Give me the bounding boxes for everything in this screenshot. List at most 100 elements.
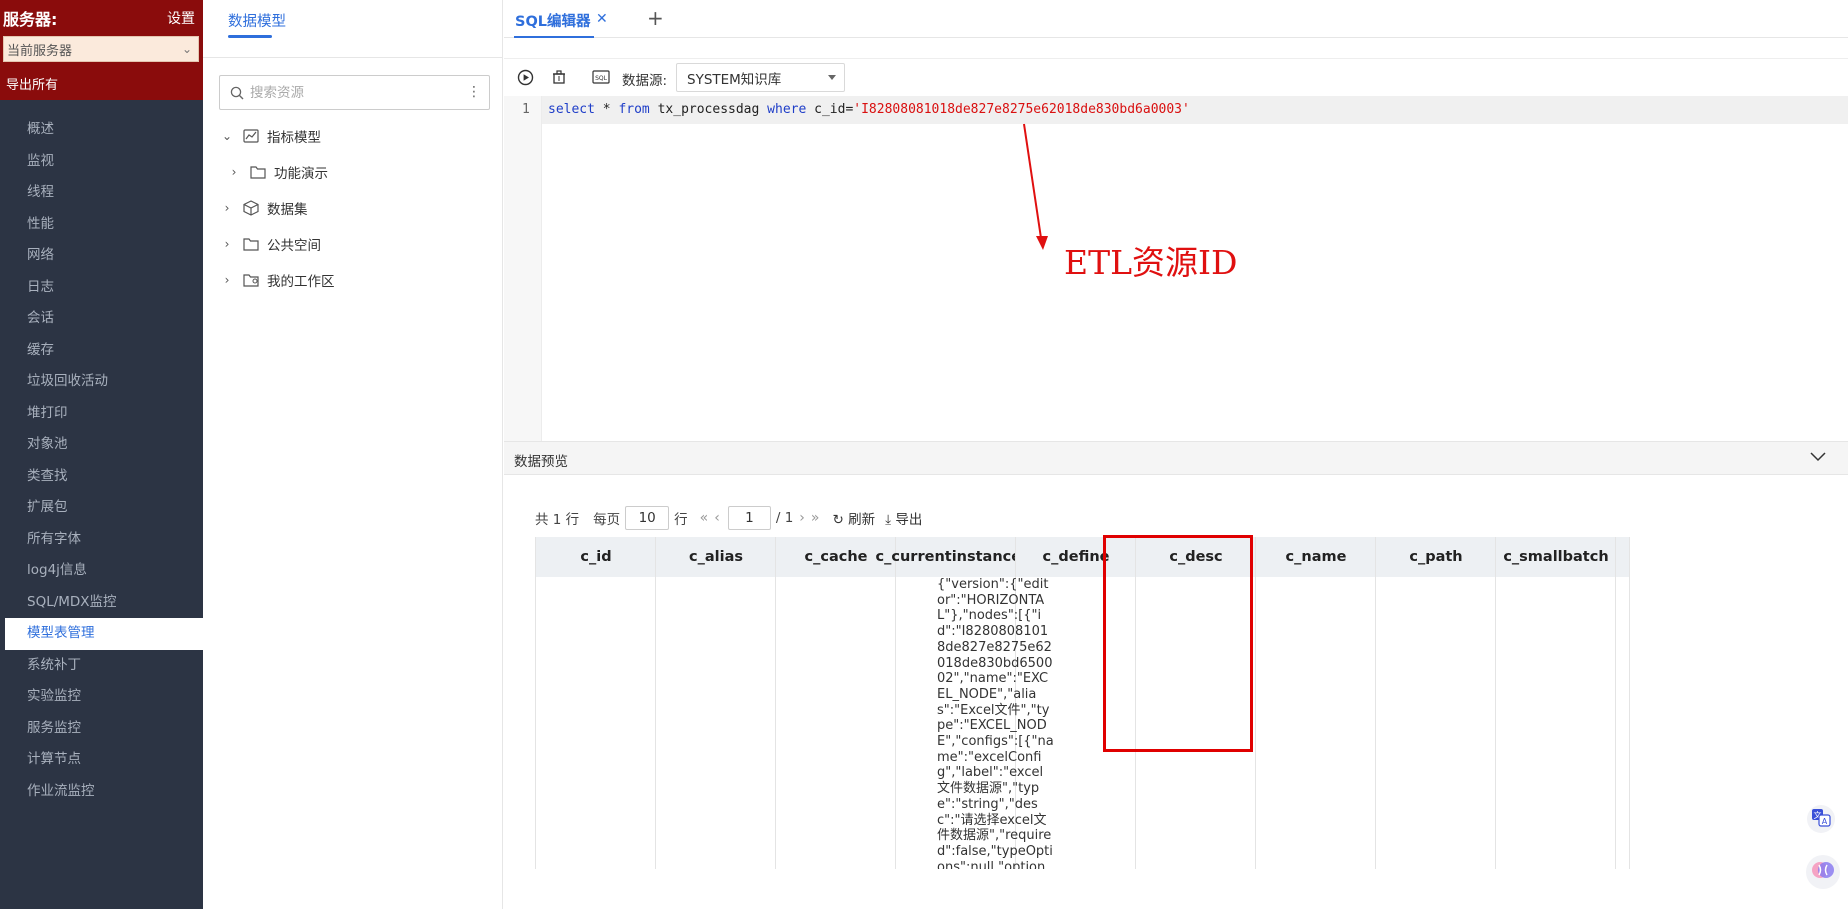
column-header[interactable]: c_currentinstanceid bbox=[876, 537, 1036, 577]
export-all-button[interactable]: 导出所有 bbox=[6, 74, 58, 93]
folder-icon bbox=[242, 236, 260, 252]
first-page-icon[interactable]: « bbox=[700, 510, 709, 526]
editor-tabbar: SQL编辑器 ✕ + bbox=[504, 0, 1848, 38]
table-column: c_name bbox=[1255, 537, 1376, 869]
tree-item[interactable]: › 我的工作区 bbox=[203, 262, 503, 298]
tree-item[interactable]: › 公共空间 bbox=[203, 226, 503, 262]
caret-down-icon bbox=[828, 75, 836, 80]
sql-editor-area: SQL编辑器 ✕ + SQL 数据源: SYSTEM知识库 1 select *… bbox=[504, 0, 1848, 909]
ai-assistant-button[interactable] bbox=[1806, 855, 1840, 889]
column-header[interactable]: c_alias bbox=[656, 537, 776, 577]
ai-brain-icon bbox=[1810, 857, 1836, 887]
prev-page-icon[interactable]: ‹ bbox=[714, 510, 720, 526]
chevron-right-icon[interactable]: › bbox=[220, 201, 234, 215]
column-header[interactable]: c_path bbox=[1376, 537, 1496, 577]
search-icon bbox=[230, 86, 244, 100]
sidebar-item[interactable]: 服务监控 bbox=[0, 713, 203, 745]
sidebar-item[interactable]: 会话 bbox=[0, 303, 203, 335]
sidebar-item[interactable]: 实验监控 bbox=[0, 681, 203, 713]
line-number: 1 bbox=[522, 102, 530, 117]
sidebar-nav: 概述 监视 线程 性能 网络 日志 会话 缓存 垃圾回收活动 堆打印 对象池 类查找 扩展包 所有字体 lo… bbox=[0, 114, 203, 807]
chevron-right-icon[interactable]: › bbox=[220, 273, 234, 287]
translate-button[interactable]: 文A bbox=[1807, 805, 1835, 833]
sidebar-item[interactable]: 概述 bbox=[0, 114, 203, 146]
collapse-chevron-icon[interactable] bbox=[1810, 447, 1826, 466]
sidebar-item[interactable]: 缓存 bbox=[0, 335, 203, 367]
tree-item[interactable]: › 功能演示 bbox=[203, 154, 503, 190]
table-cell-define: {"version":{"editor":"HORIZONTAL"},"node… bbox=[937, 577, 1054, 869]
highlight-box bbox=[1103, 535, 1253, 752]
column-header[interactable]: c_name bbox=[1256, 537, 1376, 577]
sidebar-item[interactable]: 系统补丁 bbox=[0, 650, 203, 682]
tree-item[interactable]: ⌄ 指标模型 bbox=[203, 118, 503, 154]
sidebar-item[interactable]: 作业流监控 bbox=[0, 776, 203, 808]
tree-item[interactable]: › 数据集 bbox=[203, 190, 503, 226]
sidebar-item[interactable]: 监视 bbox=[0, 146, 203, 178]
model-panel: 数据模型 ⋮ ⌄ 指标模型 › 功能演示 › 数据集 › 公共空间 › 我的工作区 bbox=[203, 0, 503, 909]
more-vertical-icon[interactable]: ⋮ bbox=[467, 84, 481, 100]
table-column: c_smallbatch bbox=[1495, 537, 1616, 869]
sidebar-item[interactable]: 线程 bbox=[0, 177, 203, 209]
table-column-filler bbox=[1615, 537, 1630, 869]
sidebar-item[interactable]: 日志 bbox=[0, 272, 203, 304]
sidebar-item[interactable]: 扩展包 bbox=[0, 492, 203, 524]
next-page-icon[interactable]: › bbox=[799, 510, 805, 526]
datasource-select[interactable]: SYSTEM知识库 bbox=[676, 63, 845, 92]
sidebar-item[interactable]: 性能 bbox=[0, 209, 203, 241]
tree-item-label: 指标模型 bbox=[267, 130, 321, 146]
pagination-bar: 共 1 行 每页 10 行 « ‹ 1 / 1 › » ↻ 刷新 ⤓ 导出 bbox=[535, 505, 922, 531]
column-header[interactable]: c_smallbatch bbox=[1496, 537, 1616, 577]
sidebar-item[interactable]: log4j信息 bbox=[0, 555, 203, 587]
sidebar-item[interactable]: 网络 bbox=[0, 240, 203, 272]
sidebar-item[interactable]: 对象池 bbox=[0, 429, 203, 461]
annotation-label: ETL资源ID bbox=[1064, 243, 1238, 282]
sql-text: c_id= bbox=[806, 102, 854, 117]
add-tab-icon[interactable]: + bbox=[647, 6, 664, 30]
clear-icon[interactable] bbox=[550, 68, 568, 86]
per-page-input[interactable]: 10 bbox=[625, 506, 670, 530]
sidebar-item[interactable]: 计算节点 bbox=[0, 744, 203, 776]
refresh-icon: ↻ bbox=[832, 512, 849, 528]
column-header[interactable]: c_id bbox=[536, 537, 656, 577]
table-column: c_id bbox=[535, 537, 656, 869]
sidebar-item[interactable]: 类查找 bbox=[0, 461, 203, 493]
last-page-icon[interactable]: » bbox=[811, 510, 820, 526]
sidebar-item[interactable]: SQL/MDX监控 bbox=[0, 587, 203, 619]
metric-model-icon bbox=[242, 128, 260, 144]
preview-title: 数据预览 bbox=[514, 454, 568, 470]
preview-header: 数据预览 bbox=[504, 441, 1848, 475]
tab-sql-editor[interactable]: SQL编辑器 bbox=[515, 10, 591, 31]
sql-keyword: where bbox=[767, 102, 807, 117]
refresh-button[interactable]: ↻ 刷新 bbox=[832, 508, 875, 528]
close-icon[interactable]: ✕ bbox=[596, 11, 608, 27]
search-input[interactable] bbox=[250, 84, 470, 101]
app-root: 服务器: 设置 当前服务器 ⌄ 导出所有 概述 监视 线程 性能 网络 日志 会话 缓存 垃圾回… bbox=[0, 0, 1848, 909]
sql-text: * bbox=[594, 102, 619, 117]
tree-item-label: 功能演示 bbox=[274, 166, 328, 182]
translate-icon: 文A bbox=[1811, 807, 1831, 831]
datasource-value: SYSTEM知识库 bbox=[687, 71, 782, 88]
chevron-right-icon[interactable]: › bbox=[220, 237, 234, 251]
server-select[interactable]: 当前服务器 ⌄ bbox=[3, 36, 199, 62]
sql-keyword: select bbox=[548, 102, 595, 117]
chevron-right-icon[interactable]: › bbox=[227, 165, 241, 179]
server-sidebar: 服务器: 设置 当前服务器 ⌄ 导出所有 概述 监视 线程 性能 网络 日志 会话 缓存 垃圾回… bbox=[0, 0, 203, 909]
sidebar-item[interactable]: 所有字体 bbox=[0, 524, 203, 556]
page-input[interactable]: 1 bbox=[727, 506, 771, 530]
line-gutter: 1 bbox=[504, 96, 542, 441]
sidebar-item[interactable]: 垃圾回收活动 bbox=[0, 366, 203, 398]
tab-underline bbox=[228, 35, 272, 38]
run-icon[interactable] bbox=[516, 68, 534, 86]
download-icon: ⤓ bbox=[885, 512, 896, 528]
server-select-value: 当前服务器 bbox=[7, 43, 73, 59]
table-column: c_path bbox=[1375, 537, 1496, 869]
sidebar-item[interactable]: 模型表管理 bbox=[5, 618, 203, 650]
settings-link[interactable]: 设置 bbox=[167, 8, 195, 28]
tab-data-model[interactable]: 数据模型 bbox=[228, 10, 286, 31]
sql-format-icon[interactable]: SQL bbox=[592, 68, 610, 86]
export-button[interactable]: ⤓ 导出 bbox=[885, 508, 922, 528]
chevron-down-icon[interactable]: ⌄ bbox=[220, 129, 234, 143]
sidebar-item[interactable]: 堆打印 bbox=[0, 398, 203, 430]
datasource-label: 数据源: bbox=[622, 73, 668, 89]
tab-underline bbox=[514, 36, 594, 38]
